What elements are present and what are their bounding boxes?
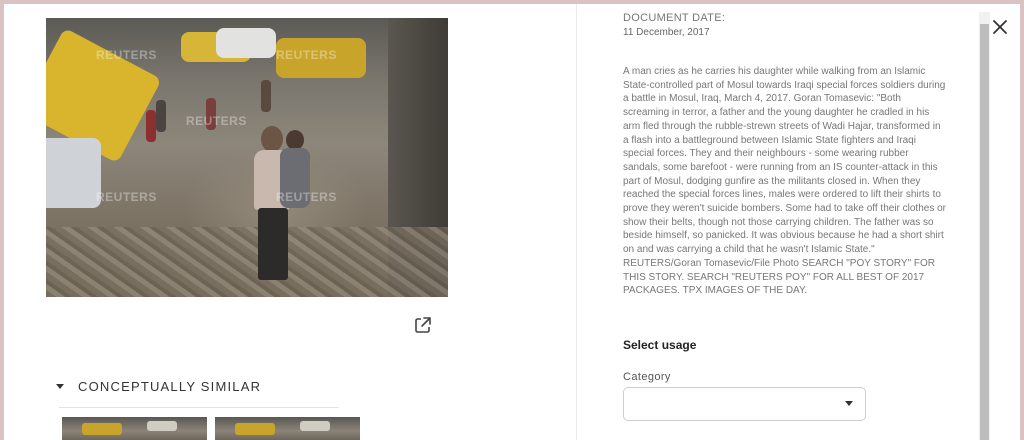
photo-description: A man cries as he carries his daughter w… xyxy=(623,66,947,297)
photo-car xyxy=(216,28,276,58)
photo-man-legs xyxy=(258,208,288,280)
caret-down-icon xyxy=(845,401,853,406)
similar-thumbnail[interactable] xyxy=(62,417,207,440)
document-date: 11 December, 2017 xyxy=(623,27,710,38)
photo-child-head xyxy=(286,130,304,150)
watermark: REUTERS xyxy=(186,114,247,128)
watermark: REUTERS xyxy=(96,48,157,62)
photo-person xyxy=(261,80,271,112)
photo-rubble xyxy=(46,227,448,297)
category-select[interactable] xyxy=(623,387,866,421)
select-usage-heading: Select usage xyxy=(623,338,697,352)
similar-section-title: CONCEPTUALLY SIMILAR xyxy=(78,379,262,394)
category-label: Category xyxy=(623,371,671,383)
photo-car xyxy=(46,138,101,208)
scrollbar-thumb[interactable] xyxy=(980,24,989,440)
watermark: REUTERS xyxy=(276,48,337,62)
watermark: REUTERS xyxy=(276,190,337,204)
image-pane: REUTERS REUTERS REUTERS REUTERS REUTERS … xyxy=(4,4,576,440)
caret-down-icon xyxy=(56,384,64,389)
photo-person xyxy=(146,110,156,142)
scrollbar[interactable] xyxy=(979,12,990,440)
external-link-icon[interactable] xyxy=(414,316,432,334)
watermark: REUTERS xyxy=(96,190,157,204)
similar-thumbnail[interactable] xyxy=(215,417,360,440)
details-pane: DOCUMENT DATE: 11 December, 2017 A man c… xyxy=(577,4,1020,440)
section-divider xyxy=(59,407,339,408)
close-icon[interactable] xyxy=(992,19,1008,35)
photo-person xyxy=(156,100,166,132)
document-date-label: DOCUMENT DATE: xyxy=(623,12,726,24)
main-photo[interactable]: REUTERS REUTERS REUTERS REUTERS REUTERS xyxy=(46,18,448,297)
image-detail-modal: REUTERS REUTERS REUTERS REUTERS REUTERS … xyxy=(4,4,1020,440)
